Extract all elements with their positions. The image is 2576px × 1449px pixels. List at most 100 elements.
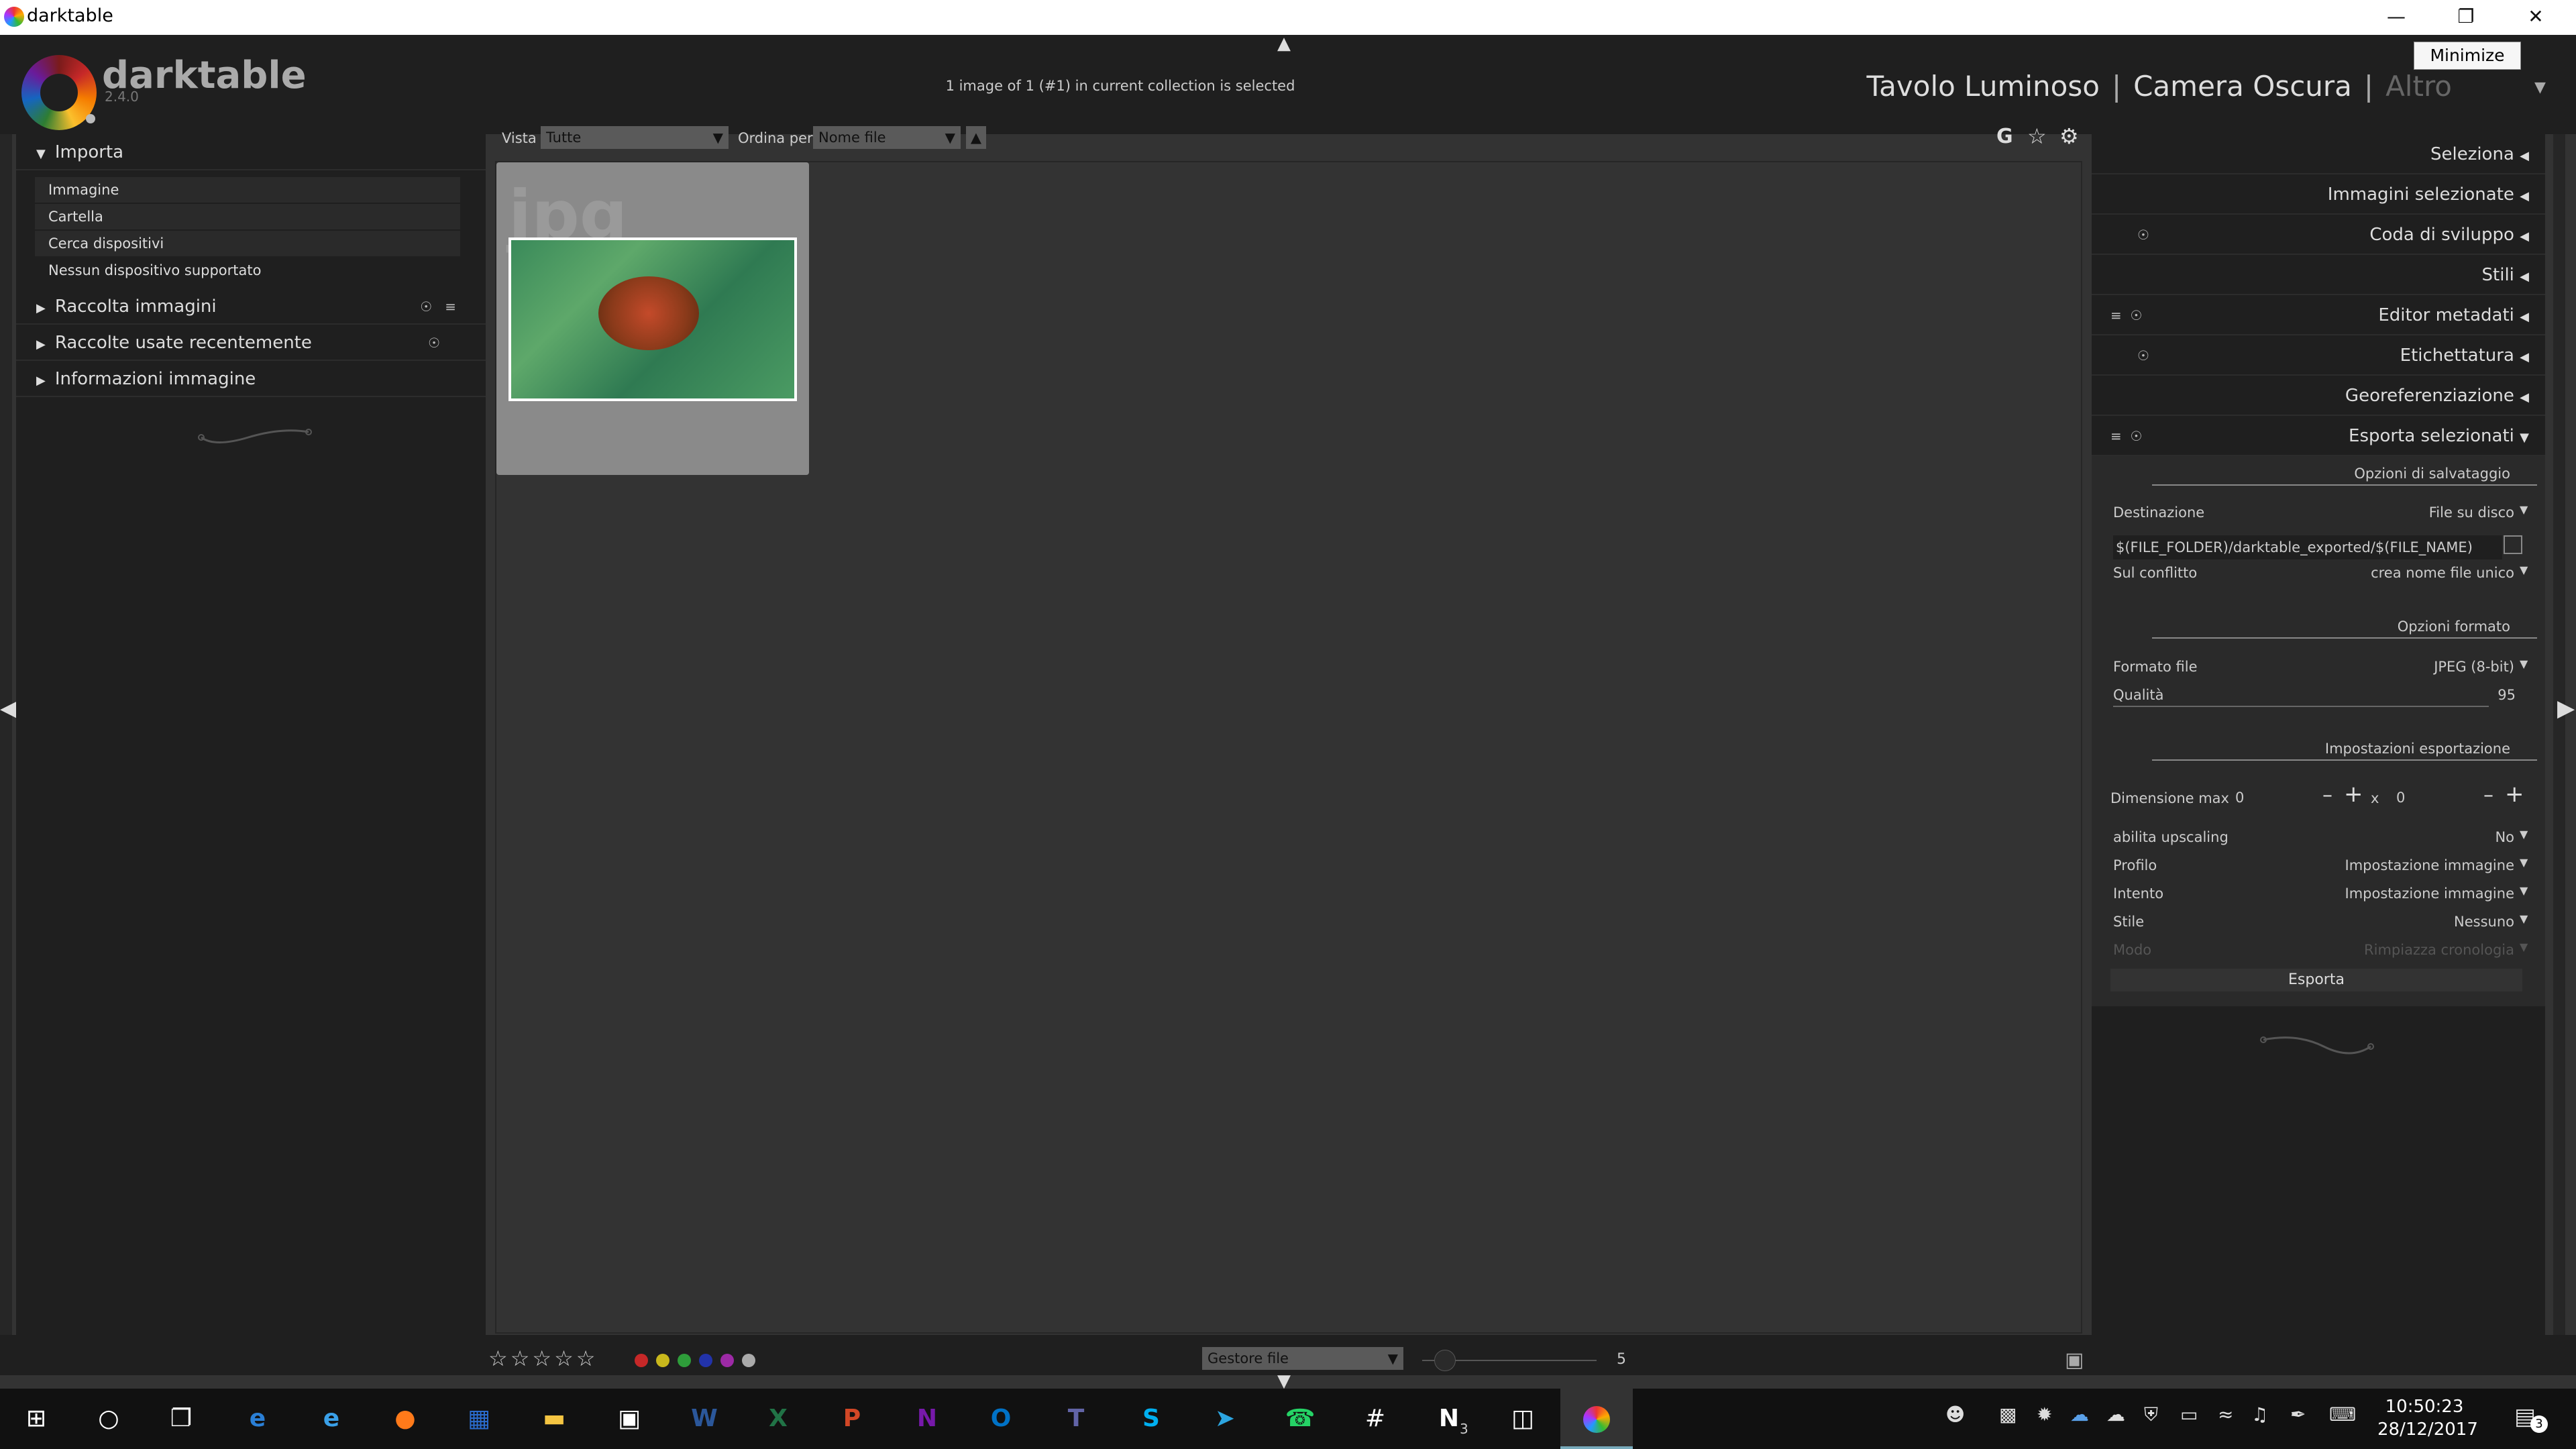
telegram-icon[interactable]: ➤ (1189, 1389, 1261, 1449)
max-height-input[interactable]: 0 (2390, 778, 2481, 817)
star-overlay-icon[interactable]: ☆ (2027, 123, 2047, 149)
height-increment-button[interactable]: + (2505, 781, 2524, 808)
color-label-red-icon[interactable] (635, 1354, 648, 1367)
profile-value[interactable]: Impostazione immagine (2293, 857, 2515, 873)
image-info-header[interactable]: ▶ Informazioni immagine (16, 361, 486, 397)
wifi-icon[interactable]: ≈ (2218, 1403, 2233, 1426)
darktable-taskbar-icon[interactable] (1560, 1389, 1633, 1449)
view-filter-combo[interactable]: Tutte ▼ (541, 126, 729, 149)
zoom-value[interactable]: 5 (1617, 1351, 1626, 1368)
onenote-icon[interactable]: N (891, 1389, 963, 1449)
upscale-value[interactable]: No (2293, 829, 2514, 845)
intent-value[interactable]: Impostazione immagine (2293, 885, 2515, 902)
right-edge-bar[interactable] (2553, 134, 2565, 1362)
presets-reset-icons[interactable]: ≡ ☉ (2110, 295, 2142, 335)
left-edge-bar[interactable] (0, 134, 12, 1362)
start-button-icon[interactable]: ⊞ (0, 1389, 72, 1449)
store-icon[interactable]: ▣ (593, 1389, 665, 1449)
system-clock[interactable]: 10:50:23 28/12/2017 (2377, 1395, 2478, 1441)
scan-devices-button[interactable]: Cerca dispositivi (35, 231, 460, 256)
layout-combo[interactable]: Gestore file ▼ (1202, 1347, 1403, 1370)
color-label-purple-icon[interactable] (720, 1354, 734, 1367)
sort-direction-button[interactable]: ▲ (966, 126, 986, 149)
left-panel-toggle-icon[interactable]: ◀ (0, 695, 17, 722)
tray-settings-icon[interactable]: ✹ (2037, 1403, 2052, 1426)
selected-images-header[interactable]: Immagini selezionate ◀ (2092, 174, 2545, 215)
file-format-value[interactable]: JPEG (8-bit) (2293, 659, 2514, 675)
style-value[interactable]: Nessuno (2293, 914, 2514, 930)
battery-icon[interactable]: ▭ (2180, 1403, 2198, 1426)
gear-icon[interactable]: ⚙ (2059, 123, 2079, 149)
onenote-notebook-icon[interactable]: N (1413, 1389, 1485, 1449)
word-icon[interactable]: W (668, 1389, 741, 1449)
select-module-header[interactable]: Seleziona ◀ (2092, 134, 2545, 174)
outlook-icon[interactable]: O (965, 1389, 1037, 1449)
keyboard-icon[interactable]: ⌨ (2329, 1403, 2356, 1426)
folder-browse-icon[interactable] (2504, 535, 2522, 554)
geotagging-header[interactable]: Georeferenziazione ◀ (2092, 376, 2545, 416)
file-explorer-icon[interactable]: ▬ (518, 1389, 590, 1449)
cloud-icon[interactable]: ☁ (2106, 1403, 2125, 1426)
excel-icon[interactable]: X (742, 1389, 814, 1449)
width-increment-button[interactable]: + (2344, 781, 2363, 808)
edge-browser-icon[interactable]: e (221, 1389, 294, 1449)
people-icon[interactable]: ☻ (1945, 1403, 1965, 1426)
tray-app-icon[interactable]: ▩ (1999, 1403, 2017, 1426)
firefox-icon[interactable]: ● (369, 1389, 441, 1449)
rating-stars-icon[interactable]: ☆☆☆☆☆ (488, 1346, 598, 1371)
module-reset-presets-icons[interactable]: ☉ ≡ (420, 288, 456, 325)
collect-module-header[interactable]: ▶ Raccolta immagini ☉ ≡ (16, 288, 486, 325)
powerpoint-icon[interactable]: P (816, 1389, 888, 1449)
volume-muted-icon[interactable]: ♫ (2251, 1403, 2268, 1426)
views-chevron-down-icon[interactable]: ▼ (2534, 79, 2546, 96)
teams-icon[interactable]: T (1040, 1389, 1112, 1449)
import-folder-button[interactable]: Cartella (35, 204, 460, 229)
grouping-button[interactable]: G (1996, 125, 2013, 148)
document-app-icon[interactable]: ◫ (1487, 1389, 1559, 1449)
width-decrement-button[interactable]: – (2322, 784, 2332, 807)
tagging-header[interactable]: ☉ Etichettatura ◀ (2092, 335, 2545, 376)
zoom-slider-knob[interactable] (1434, 1350, 1456, 1371)
import-image-button[interactable]: Immagine (35, 177, 460, 203)
view-darkroom[interactable]: Camera Oscura (2133, 70, 2352, 103)
view-other[interactable]: Altro (2385, 70, 2452, 103)
recent-collections-header[interactable]: ▶ Raccolte usate recentemente ☉ (16, 325, 486, 361)
module-reset-icon[interactable]: ☉ (428, 325, 440, 361)
collapse-top-arrow-icon[interactable]: ▲ (1277, 34, 1291, 54)
view-lighttable[interactable]: Tavolo Luminoso (1866, 70, 2099, 103)
color-label-green-icon[interactable] (678, 1354, 691, 1367)
shield-icon[interactable]: ⛨ (2144, 1403, 2158, 1426)
sort-combo[interactable]: Nome file ▼ (813, 126, 961, 149)
export-selected-header[interactable]: ≡ ☉ Esporta selezionati ▼ (2092, 416, 2545, 456)
restore-button[interactable]: ❐ (2431, 0, 2501, 35)
color-label-blue-icon[interactable] (699, 1354, 712, 1367)
reset-icon[interactable]: ☉ (2137, 335, 2149, 376)
quality-slider[interactable] (2113, 706, 2489, 707)
export-path-input[interactable]: $(FILE_FOLDER)/darktable_exported/$(FILE… (2113, 535, 2502, 559)
skype-icon[interactable]: S (1115, 1389, 1187, 1449)
calculator-app-icon[interactable]: ▦ (443, 1389, 515, 1449)
onedrive-icon[interactable]: ☁ (2070, 1403, 2089, 1426)
max-width-input[interactable]: 0 (2229, 778, 2320, 817)
conflict-value[interactable]: crea nome file unico (2293, 565, 2514, 581)
search-icon[interactable]: ○ (72, 1389, 145, 1449)
color-label-gray-icon[interactable] (742, 1354, 755, 1367)
dev-queue-header[interactable]: ☉ Coda di sviluppo ◀ (2092, 215, 2545, 255)
pen-icon[interactable]: ✒ (2290, 1403, 2306, 1426)
monitor-profile-icon[interactable]: ▣ (2065, 1348, 2084, 1372)
export-button[interactable]: Esporta (2110, 969, 2522, 991)
whatsapp-icon[interactable]: ☎ (1264, 1389, 1336, 1449)
destination-value[interactable]: File su disco (2293, 504, 2514, 521)
slack-icon[interactable]: # (1339, 1389, 1411, 1449)
color-label-yellow-icon[interactable] (656, 1354, 669, 1367)
import-module-header[interactable]: ▼ Importa (16, 134, 486, 170)
right-panel-toggle-icon[interactable]: ▶ (2557, 695, 2575, 722)
metadata-editor-header[interactable]: ≡ ☉ Editor metadati ◀ (2092, 295, 2545, 335)
height-decrement-button[interactable]: – (2483, 784, 2493, 807)
internet-explorer-icon[interactable]: e (295, 1389, 368, 1449)
reset-icon[interactable]: ☉ (2137, 215, 2149, 255)
styles-header[interactable]: Stili ◀ (2092, 255, 2545, 295)
task-view-icon[interactable]: ❐ (145, 1389, 217, 1449)
minimize-button[interactable]: — (2361, 0, 2431, 35)
presets-reset-icons[interactable]: ≡ ☉ (2110, 416, 2142, 456)
